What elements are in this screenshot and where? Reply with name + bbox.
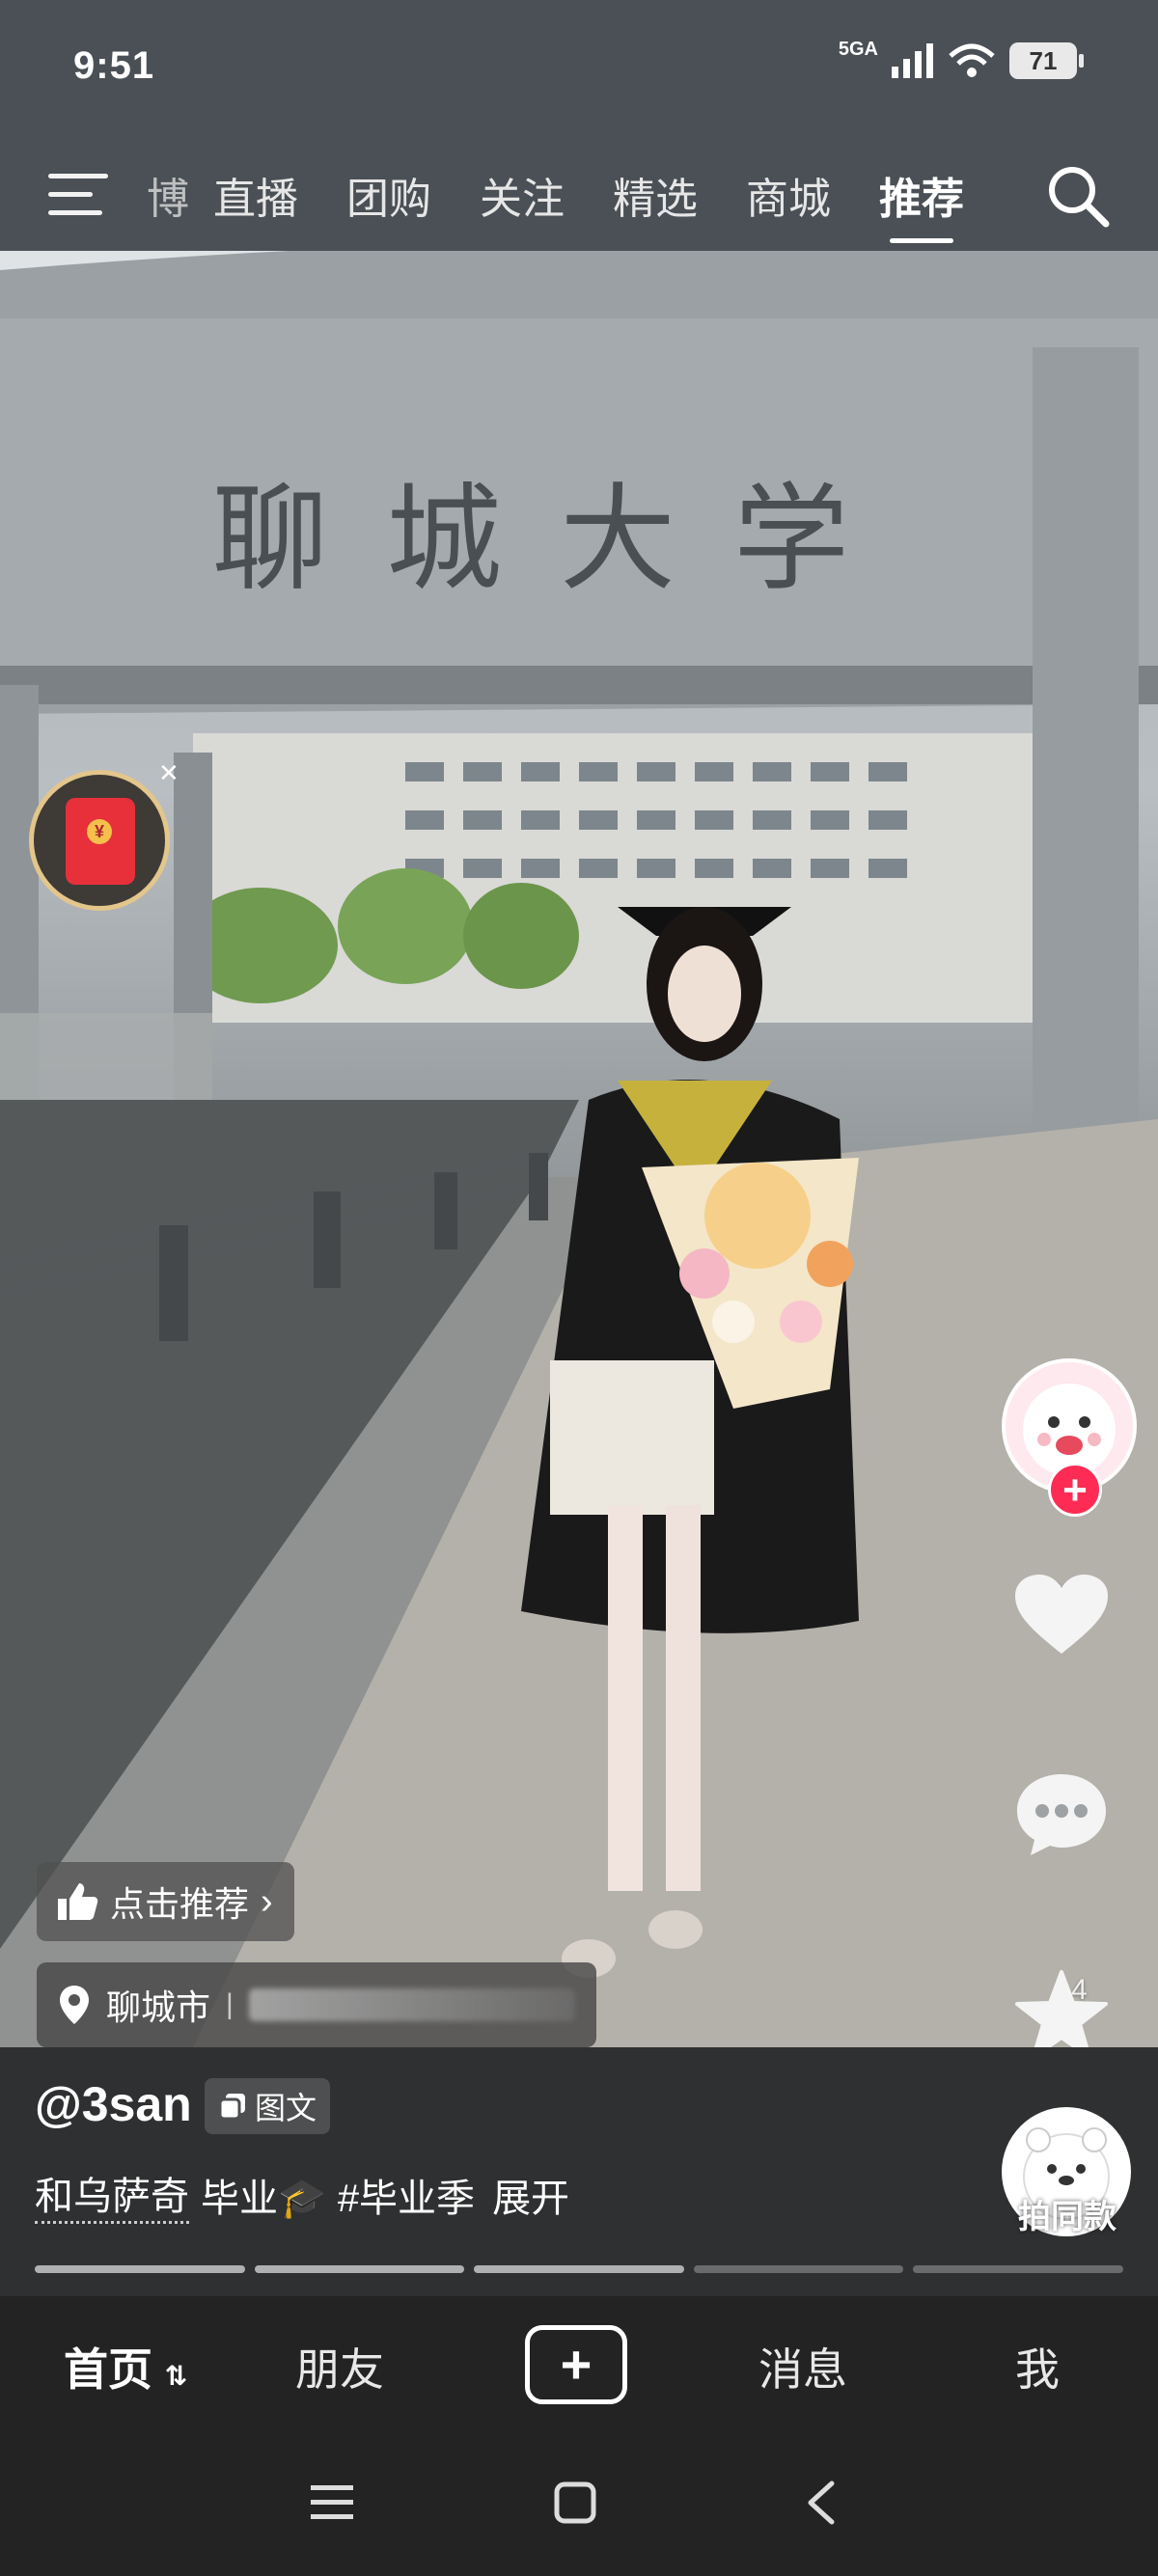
location-separator: |	[226, 1988, 234, 2020]
page-indicator	[693, 2265, 904, 2273]
recommend-chip[interactable]: 点击推荐 ›	[37, 1862, 294, 1941]
create-post-button[interactable]: +	[525, 2325, 627, 2404]
nav-me[interactable]: 我	[1015, 2335, 1060, 2398]
recent-apps-icon[interactable]	[311, 2483, 353, 2522]
post-description[interactable]: 和乌萨奇 毕业🎓 #毕业季 展开	[35, 2165, 569, 2224]
page-indicator	[254, 2265, 465, 2273]
page-indicator	[913, 2265, 1123, 2273]
system-icons: 5GA 71	[838, 38, 1084, 79]
page-indicator	[35, 2265, 245, 2273]
menu-icon[interactable]	[48, 174, 108, 218]
tab-mall[interactable]: 商城	[722, 164, 855, 243]
tab-live[interactable]: 直播	[189, 164, 322, 243]
location-label: 聊城市	[106, 1987, 211, 2027]
post-type-badge: 图文	[205, 2078, 331, 2134]
wifi-icon	[949, 43, 995, 77]
image-post-icon	[218, 2094, 245, 2121]
signal-icon	[892, 43, 933, 78]
recommend-label: 点击推荐	[110, 1884, 250, 1924]
heart-icon	[1015, 1575, 1108, 1654]
like-action[interactable]: 286	[1013, 1573, 1129, 1654]
location-chip[interactable]: 聊城市 |	[37, 1962, 596, 2047]
expand-link[interactable]: 展开	[492, 2167, 569, 2223]
red-envelope-icon	[66, 798, 135, 885]
tab-partial[interactable]: 博	[143, 164, 189, 243]
follow-button[interactable]: +	[1048, 1463, 1102, 1517]
top-nav: 博 直播 团购 关注 精选 商城 推荐	[0, 135, 1158, 251]
comment-action[interactable]: 46	[1013, 1770, 1129, 1855]
post-photo[interactable]: 聊城大学 ¥ ✕ + 14	[0, 251, 1158, 2047]
close-icon[interactable]: ✕	[158, 758, 179, 788]
page-indicator	[474, 2265, 684, 2273]
plus-icon: +	[560, 2334, 593, 2395]
gate-sign-text: 聊城大学	[212, 473, 907, 607]
nav-friends[interactable]: 朋友	[295, 2335, 384, 2398]
post-caption: @3san 图文 和乌萨奇 毕业🎓 #毕业季 展开 拍同款	[0, 2047, 1158, 2296]
network-type: 5GA	[838, 38, 878, 60]
author-name[interactable]: @3san	[35, 2076, 192, 2132]
top-tabs: 博 直播 团购 关注 精选 商城 推荐	[143, 164, 988, 243]
nav-home[interactable]: 首页 ⇅	[64, 2335, 187, 2398]
post-type-label: 图文	[255, 2091, 317, 2125]
tab-groupbuy[interactable]: 团购	[322, 164, 455, 243]
tab-featured[interactable]: 精选	[589, 164, 722, 243]
location-pin-icon	[60, 1986, 89, 2024]
home-icon[interactable]	[554, 2481, 596, 2524]
hashtag-link[interactable]: #毕业季	[338, 2167, 475, 2223]
status-bar: 9:51 5GA 71	[0, 0, 1158, 135]
page-progress	[35, 2265, 1123, 2273]
chevron-right-icon: ›	[261, 1880, 273, 1922]
nav-messages[interactable]: 消息	[758, 2335, 847, 2398]
photo-scene: 聊城大学	[0, 251, 1158, 2047]
search-icon[interactable]	[1044, 162, 1112, 230]
tab-following[interactable]: 关注	[455, 164, 589, 243]
desc-keyword[interactable]: 和乌萨奇	[35, 2165, 189, 2224]
location-detail-blurred	[248, 1988, 575, 2021]
status-time: 9:51	[73, 44, 155, 87]
bottom-nav: 首页 ⇅ 朋友 + 消息 我	[0, 2296, 1158, 2441]
comment-icon	[1017, 1774, 1106, 1855]
favorite-action[interactable]: 14	[1013, 1968, 1129, 2047]
tab-recommend[interactable]: 推荐	[855, 164, 988, 243]
red-envelope-widget[interactable]	[29, 770, 170, 911]
thumbs-up-icon	[58, 1883, 98, 1920]
nav-home-label: 首页	[64, 2344, 152, 2395]
star-icon	[1015, 1970, 1108, 2047]
back-icon[interactable]	[805, 2480, 838, 2526]
refresh-arrows-icon: ⇅	[164, 2361, 188, 2391]
same-style-label[interactable]: 拍同款	[982, 2190, 1152, 2237]
system-nav-bar	[0, 2441, 1158, 2576]
desc-text: 毕业🎓	[201, 2177, 326, 2220]
battery-indicator: 71	[1009, 42, 1084, 79]
